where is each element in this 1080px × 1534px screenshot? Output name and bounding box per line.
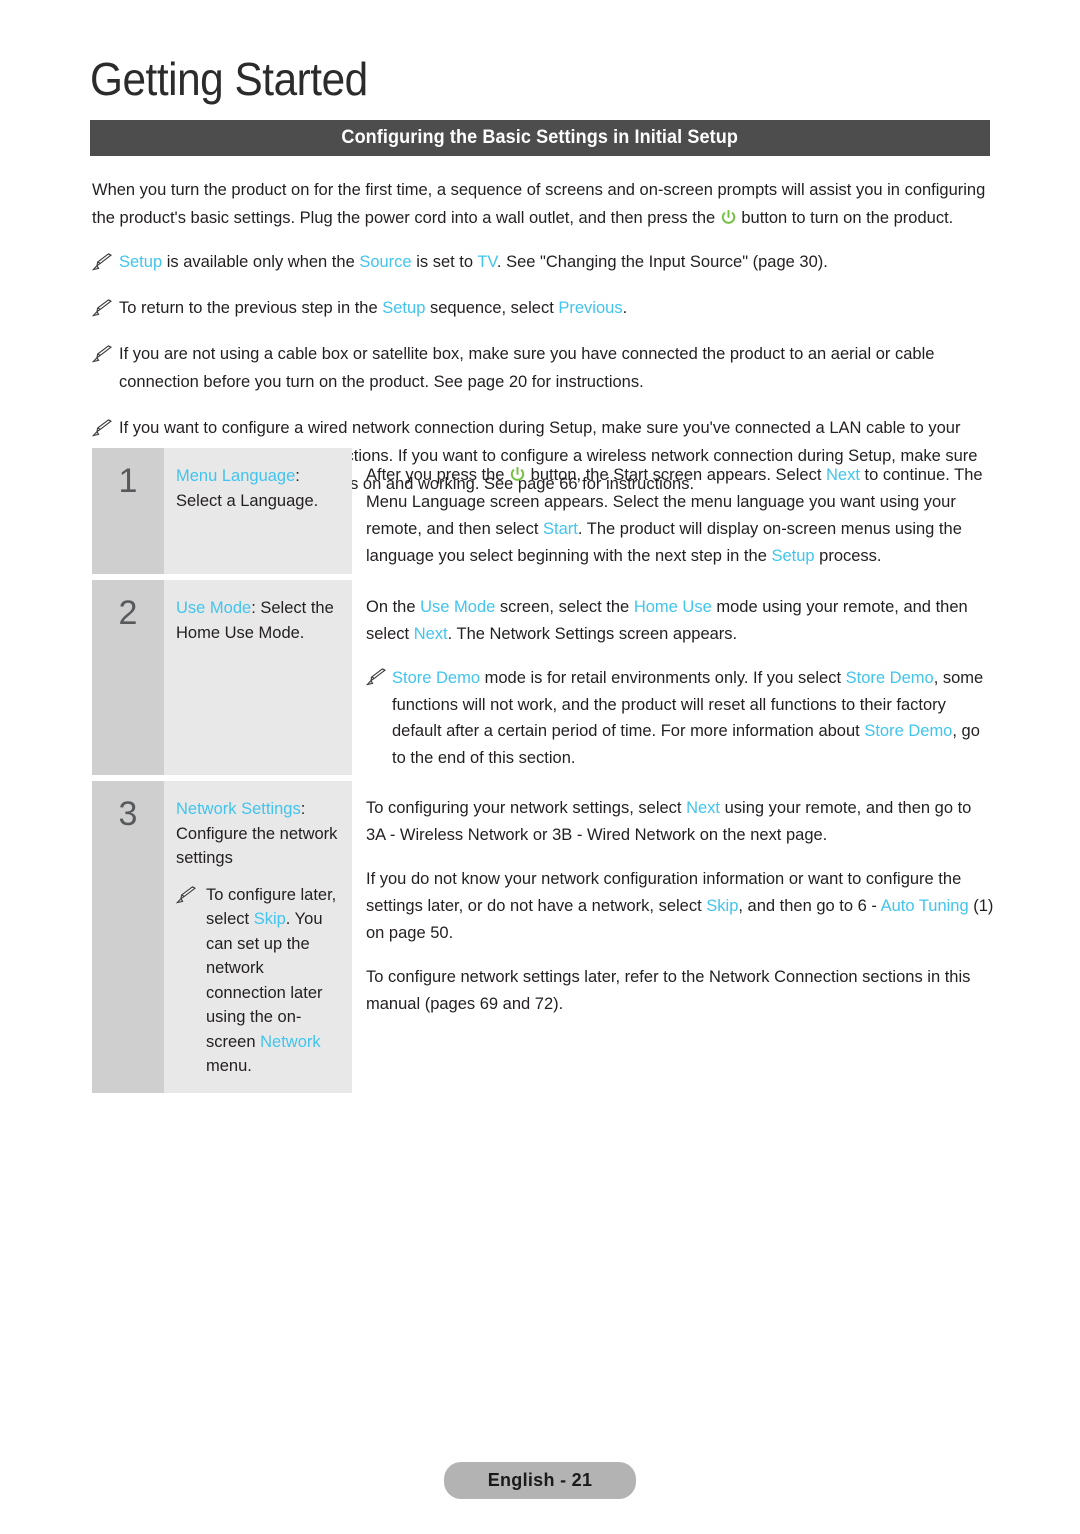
highlighted-term: Auto Tuning [880, 897, 969, 915]
step-description-cell: After you press the button, the Start sc… [352, 448, 994, 574]
highlighted-term: Store Demo [845, 669, 934, 687]
section-banner-label: Configuring the Basic Settings in Initia… [341, 127, 739, 148]
highlighted-term: Network Settings [176, 800, 301, 818]
highlighted-term: Skip [706, 897, 739, 915]
page-footer: English - 21 [0, 1462, 1080, 1499]
pencil-icon [91, 298, 113, 317]
pencil-icon [365, 668, 387, 686]
step-note: Store Demo mode is for retail environmen… [365, 665, 994, 771]
body-text: is set to [411, 253, 478, 271]
highlighted-term: Menu Language [176, 467, 296, 485]
step-paragraph: On the Use Mode screen, select the Home … [366, 594, 994, 648]
highlighted-term: Skip [253, 910, 286, 928]
manual-page: Getting Started Configuring the Basic Se… [0, 0, 1080, 1534]
pencil-icon [175, 885, 197, 904]
highlighted-term: Use Mode [420, 598, 496, 616]
highlighted-term: Next [686, 799, 721, 817]
step-name-cell: Menu Language: Select a Language. [164, 448, 352, 574]
highlighted-term: Store Demo [392, 669, 481, 687]
body-text: : [295, 467, 300, 485]
step-paragraph: To configure network settings later, ref… [366, 964, 994, 1018]
step-description-cell: To configuring your network settings, se… [352, 781, 994, 1093]
body-text: After you press the [366, 466, 510, 484]
body-text: mode is for retail environments only. If… [480, 669, 846, 687]
steps-table: 1 Menu Language: Select a Language. After y… [92, 448, 994, 1099]
step-paragraph: After you press the button, the Start sc… [366, 462, 994, 570]
body-text: Select a Language. [176, 491, 319, 510]
body-text: button, the Start screen appears. Select [526, 466, 827, 484]
body-text: process. [814, 547, 882, 565]
step-paragraph: To configuring your network settings, se… [366, 795, 994, 849]
note-item: To return to the previous step in the Se… [91, 294, 994, 322]
intro-paragraph: When you turn the product on for the fir… [92, 176, 992, 232]
body-text: sequence, select [425, 299, 559, 317]
power-icon [721, 206, 736, 224]
highlighted-term: Previous [558, 299, 623, 317]
step-name-cell: Network Settings: Configure the network s… [164, 781, 352, 1093]
body-text: . See "Changing the Input Source" (page … [496, 253, 828, 271]
highlighted-term: Use Mode [176, 599, 252, 617]
highlighted-term: Setup [771, 547, 815, 565]
body-text: Configure the network settings [176, 824, 338, 868]
highlighted-term: Network [260, 1032, 321, 1051]
highlighted-term: Setup [382, 299, 426, 317]
page-title: Getting Started [90, 53, 368, 105]
body-text: . [622, 299, 628, 317]
step-description-cell: On the Use Mode screen, select the Home … [352, 580, 994, 775]
highlighted-term: TV [477, 253, 497, 271]
section-banner: Configuring the Basic Settings in Initia… [90, 120, 990, 156]
step-row: 3 Network Settings: Configure the network … [92, 781, 994, 1093]
body-text: To configuring your network settings, se… [366, 799, 687, 817]
body-text: button to turn on the product. [736, 209, 954, 227]
pencil-icon [91, 344, 113, 363]
note-item: If you are not using a cable box or sate… [91, 340, 994, 396]
body-text: screen, select the [495, 598, 634, 616]
body-text: . The Network Settings screen appears. [447, 625, 738, 643]
step-name-note: To configure later, select Skip. You can… [175, 883, 342, 1079]
step-name-cell: Use Mode: Select the Home Use Mode. [164, 580, 352, 775]
note-item: Setup is available only when the Source … [91, 248, 994, 276]
step-number: 1 [92, 448, 164, 574]
body-text: To return to the previous step in the [119, 299, 383, 317]
highlighted-term: Next [826, 466, 860, 484]
step-paragraph: If you do not know your network configur… [366, 866, 994, 947]
step-row: 2 Use Mode: Select the Home Use Mode. On t… [92, 580, 994, 775]
page-number-badge: English - 21 [443, 1462, 637, 1499]
pencil-icon [91, 252, 113, 271]
highlighted-term: Setup [119, 253, 163, 271]
body-text: : [300, 800, 306, 818]
power-icon [510, 464, 525, 481]
body-text: menu. [206, 1057, 252, 1075]
highlighted-term: Source [359, 253, 412, 271]
step-row: 1 Menu Language: Select a Language. After y… [92, 448, 994, 574]
highlighted-term: Start [543, 520, 578, 538]
body-text: . You can set up the network connection … [206, 910, 323, 1051]
highlighted-term: Home Use [633, 598, 712, 616]
body-text: On the [366, 598, 421, 616]
step-number: 2 [92, 580, 164, 775]
highlighted-term: Next [413, 625, 448, 643]
pencil-icon [91, 418, 113, 437]
highlighted-term: Store Demo [864, 722, 953, 740]
body-text: is available only when the [162, 253, 360, 271]
body-text: To configure network settings later, ref… [366, 968, 971, 1013]
step-number: 3 [92, 781, 164, 1093]
body-text: , and then go to 6 - [738, 897, 881, 915]
body-text: If you are not using a cable box or sate… [119, 345, 935, 391]
